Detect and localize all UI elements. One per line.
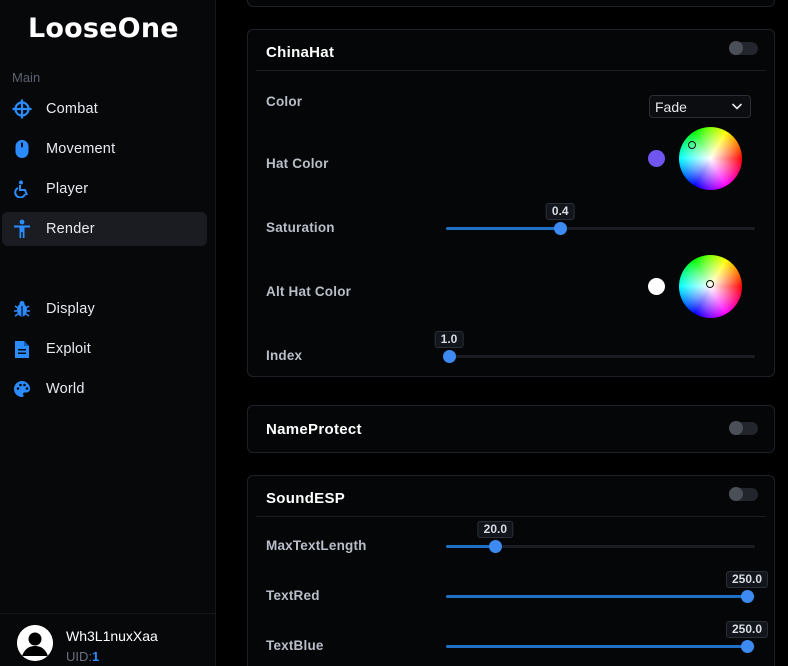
toggle-knob <box>729 487 743 501</box>
slider-thumb[interactable] <box>741 640 754 653</box>
sidebar-item-label: Movement <box>46 141 116 157</box>
user-id: UID:1 <box>66 649 99 664</box>
sidebar: LooseOne Main Combat Movement Player Ren… <box>0 0 216 666</box>
sidebar-item-label: Exploit <box>46 341 91 357</box>
sidebar-item-render[interactable]: Render <box>2 212 207 246</box>
text-blue-label: TextBlue <box>266 638 324 653</box>
module-title: ChinaHat <box>266 44 335 61</box>
index-label: Index <box>266 348 303 363</box>
username: Wh3L1nuxXaa <box>66 628 158 644</box>
sidebar-item-player[interactable]: Player <box>2 172 207 206</box>
divider <box>256 70 766 71</box>
divider <box>256 516 766 517</box>
sidebar-item-label: World <box>46 381 85 397</box>
sidebar-item-display[interactable]: Display <box>2 292 207 326</box>
alt-hat-color-wheel[interactable] <box>679 255 742 318</box>
slider-fill <box>446 545 496 548</box>
user-profile: Wh3L1nuxXaa UID:1 <box>0 613 216 666</box>
color-mode-label: Color <box>266 94 303 109</box>
slider-thumb[interactable] <box>554 222 568 235</box>
toggle-knob <box>729 41 743 55</box>
sidebar-item-combat[interactable]: Combat <box>2 92 207 126</box>
max-text-length-slider[interactable]: 20.0 <box>446 521 755 559</box>
app-logo: LooseOne <box>28 13 179 44</box>
sidebar-item-exploit[interactable]: Exploit <box>2 332 207 366</box>
sidebar-item-label: Display <box>46 301 95 317</box>
chinahat-toggle[interactable] <box>729 41 758 55</box>
saturation-label: Saturation <box>266 220 335 235</box>
slider-value: 250.0 <box>725 621 769 638</box>
wheel-cursor <box>706 280 714 288</box>
soundesp-toggle[interactable] <box>729 487 758 501</box>
mouse-icon <box>12 139 32 159</box>
saturation-slider[interactable]: 0.4 <box>446 203 755 241</box>
slider-value: 250.0 <box>725 571 769 588</box>
crosshair-icon <box>12 99 32 119</box>
max-text-length-label: MaxTextLength <box>266 538 367 553</box>
person-icon <box>12 219 32 239</box>
module-card-nameprotect: NameProtect <box>247 405 775 453</box>
uid-value: 1 <box>92 649 100 664</box>
hat-color-wheel[interactable] <box>679 127 742 190</box>
text-blue-slider[interactable]: 250.0 <box>446 621 769 659</box>
sidebar-item-movement[interactable]: Movement <box>2 132 207 166</box>
sidebar-item-world[interactable]: World <box>2 372 207 406</box>
toggle-knob <box>729 421 743 435</box>
hat-color-swatch[interactable] <box>648 150 665 167</box>
index-slider[interactable]: 1.0 <box>434 331 755 369</box>
module-card-previous <box>247 0 775 7</box>
bug-icon <box>12 299 32 319</box>
sidebar-item-label: Render <box>46 221 95 237</box>
slider-value: 1.0 <box>434 331 464 348</box>
module-title: SoundESP <box>266 490 346 507</box>
alt-hat-color-swatch[interactable] <box>648 278 665 295</box>
slider-thumb[interactable] <box>489 540 503 553</box>
module-card-chinahat: ChinaHat Color Fade Hat Color Saturation… <box>247 29 775 377</box>
sidebar-item-label: Player <box>46 181 89 197</box>
main-content[interactable]: ChinaHat Color Fade Hat Color Saturation… <box>217 0 788 666</box>
sidebar-item-label: Combat <box>46 101 98 117</box>
slider-value: 0.4 <box>545 203 575 220</box>
wheelchair-icon <box>12 179 32 199</box>
avatar <box>17 625 53 661</box>
wheel-cursor <box>688 141 696 149</box>
palette-icon <box>12 379 32 399</box>
module-title: NameProtect <box>266 421 362 438</box>
nameprotect-toggle[interactable] <box>729 421 758 435</box>
color-mode-select[interactable]: Fade <box>649 95 751 118</box>
alt-hat-color-label: Alt Hat Color <box>266 284 352 299</box>
slider-fill <box>446 227 561 230</box>
text-red-label: TextRed <box>266 588 320 603</box>
module-card-soundesp: SoundESP MaxTextLength 20.0 TextRed 250.… <box>247 475 775 666</box>
select-value: Fade <box>655 98 687 115</box>
slider-value: 20.0 <box>477 521 514 538</box>
slider-thumb[interactable] <box>443 350 456 363</box>
slider-track <box>446 355 755 358</box>
file-icon <box>12 339 32 359</box>
slider-thumb[interactable] <box>741 590 754 603</box>
slider-fill <box>446 645 747 648</box>
slider-fill <box>446 595 747 598</box>
uid-label: UID: <box>66 649 92 664</box>
chevron-down-icon <box>730 99 744 118</box>
nav-section-label: Main <box>12 70 41 85</box>
text-red-slider[interactable]: 250.0 <box>446 571 769 609</box>
hat-color-label: Hat Color <box>266 156 329 171</box>
